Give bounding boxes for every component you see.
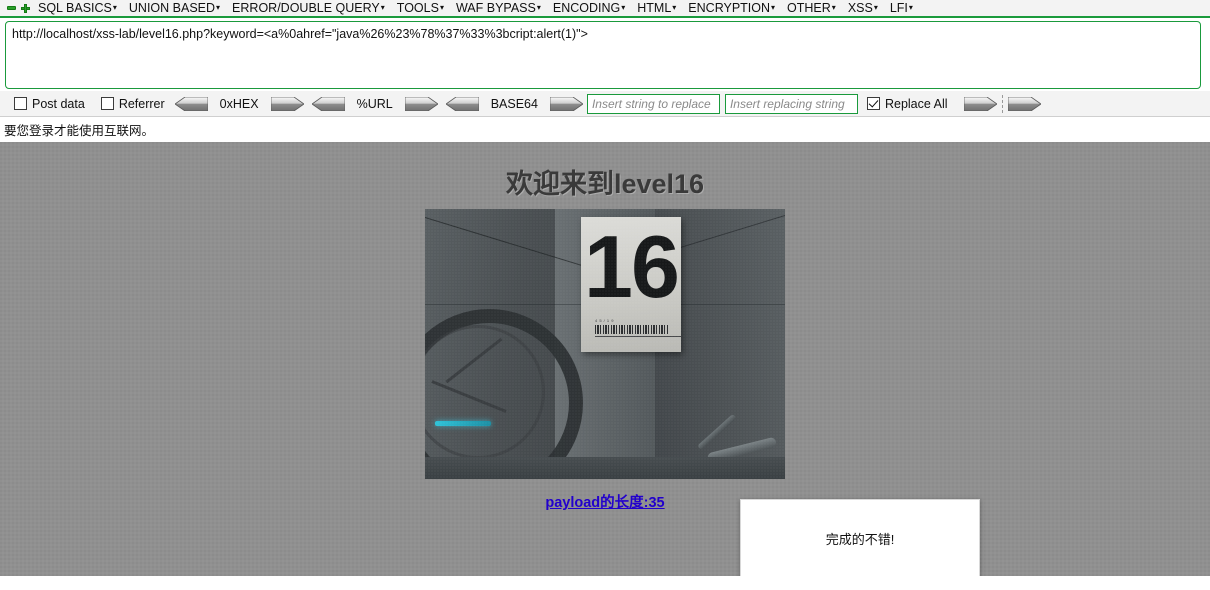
chamber-floor bbox=[425, 457, 785, 479]
decode-left-arrow-icon[interactable] bbox=[174, 96, 208, 111]
referrer-checkbox-group[interactable]: Referrer bbox=[100, 96, 165, 111]
decode-left-arrow-icon[interactable] bbox=[311, 96, 345, 111]
menu-item-tools[interactable]: TOOLS▾ bbox=[391, 0, 450, 16]
post-data-label: Post data bbox=[32, 96, 85, 111]
replace-all-checkbox[interactable] bbox=[866, 97, 880, 110]
chevron-down-icon: ▾ bbox=[771, 3, 776, 13]
menu-item-other[interactable]: OTHER▾ bbox=[781, 0, 842, 16]
url-field-container: http://localhost/xss-lab/level16.php?key… bbox=[0, 18, 1210, 91]
post-data-checkbox[interactable] bbox=[14, 97, 27, 110]
referrer-label: Referrer bbox=[118, 96, 165, 111]
alert-dialog-message: 完成的不错! bbox=[741, 500, 979, 576]
menu-item-label: TOOLS bbox=[396, 0, 439, 15]
chevron-down-icon: ▾ bbox=[536, 3, 541, 13]
encode-right-arrow-icon[interactable] bbox=[270, 96, 304, 111]
menu-item-label: ENCODING bbox=[552, 0, 621, 15]
status-bar-text: 要您登录才能使用互联网。 bbox=[4, 124, 155, 138]
chamber-level-number: 16 bbox=[584, 217, 680, 316]
encoder-group-hex: 0xHEX bbox=[174, 96, 304, 111]
page-title: 欢迎来到level16 bbox=[505, 169, 705, 199]
chamber-sign-barcode bbox=[595, 325, 669, 334]
replace-search-input[interactable] bbox=[586, 93, 720, 114]
encoder-label-url: %URL bbox=[356, 96, 393, 111]
menu-item-lfi[interactable]: LFI▾ bbox=[884, 0, 919, 16]
menu-item-encryption[interactable]: ENCRYPTION▾ bbox=[682, 0, 781, 16]
menu-item-label: ENCRYPTION bbox=[688, 0, 771, 15]
chamber-level-sign: 16 4 5 / 1 9 bbox=[581, 217, 681, 352]
encoder-label-hex: 0xHEX bbox=[219, 96, 259, 111]
replace-with-input[interactable] bbox=[724, 93, 858, 114]
menu-item-union-based[interactable]: UNION BASED▾ bbox=[123, 0, 226, 16]
toolbar: Post data Referrer 0xHEX %URL BASE64 Ins… bbox=[0, 91, 1210, 117]
minus-green-icon[interactable] bbox=[4, 1, 18, 15]
menu-item-label: XSS bbox=[847, 0, 873, 15]
chevron-down-icon: ▾ bbox=[831, 3, 836, 13]
post-data-checkbox-group[interactable]: Post data bbox=[14, 97, 85, 111]
chevron-down-icon: ▾ bbox=[621, 3, 626, 13]
send-request-arrow-icon[interactable] bbox=[1007, 96, 1041, 111]
chamber-sign-rule bbox=[595, 336, 681, 337]
replace-apply-arrow-icon[interactable] bbox=[963, 96, 997, 111]
chevron-down-icon: ▾ bbox=[672, 3, 677, 13]
encoder-group-base64: BASE64 bbox=[445, 96, 583, 111]
chevron-down-icon: ▾ bbox=[216, 3, 221, 13]
page-content: 欢迎来到level16 16 4 5 / 1 9 payload的长度:35 完… bbox=[0, 142, 1210, 576]
url-input[interactable]: http://localhost/xss-lab/level16.php?key… bbox=[5, 21, 1201, 89]
encoder-group-url: %URL bbox=[311, 96, 438, 111]
portal-chamber-16-image: 16 4 5 / 1 9 bbox=[425, 209, 785, 479]
payload-length-link[interactable]: payload的长度:35 bbox=[545, 491, 664, 512]
menu-item-html[interactable]: HTML▾ bbox=[631, 0, 682, 16]
chevron-down-icon: ▾ bbox=[380, 3, 385, 13]
menu-item-waf-bypass[interactable]: WAF BYPASS▾ bbox=[450, 0, 547, 16]
menu-item-label: SQL BASICS bbox=[38, 0, 112, 15]
menu-item-label: UNION BASED bbox=[128, 0, 216, 15]
page-center-column: 16 4 5 / 1 9 payload的长度:35 bbox=[0, 209, 1210, 512]
chamber-light-beam bbox=[435, 421, 491, 426]
toolbar-divider bbox=[1001, 94, 1003, 113]
referrer-checkbox[interactable] bbox=[100, 97, 114, 110]
menu-item-encoding[interactable]: ENCODING▾ bbox=[547, 0, 631, 16]
chevron-down-icon: ▾ bbox=[112, 3, 117, 13]
encode-right-arrow-icon[interactable] bbox=[549, 96, 583, 111]
chamber-sign-small-text: 4 5 / 1 9 bbox=[595, 318, 614, 323]
plus-green-icon[interactable] bbox=[18, 1, 32, 15]
encode-right-arrow-icon[interactable] bbox=[404, 96, 438, 111]
alert-dialog: 完成的不错! 确定 取消 bbox=[740, 499, 980, 576]
chevron-down-icon: ▾ bbox=[873, 3, 878, 13]
menu-item-sql-basics[interactable]: SQL BASICS▾ bbox=[32, 0, 123, 16]
menu-item-error-double-query[interactable]: ERROR/DOUBLE QUERY▾ bbox=[226, 0, 391, 16]
decode-left-arrow-icon[interactable] bbox=[445, 96, 479, 111]
menu-item-label: OTHER bbox=[787, 0, 831, 15]
menubar: SQL BASICS▾ UNION BASED▾ ERROR/DOUBLE QU… bbox=[0, 0, 1210, 18]
menu-item-label: LFI bbox=[889, 0, 908, 15]
replace-all-label: Replace All bbox=[884, 96, 948, 111]
encoder-label-base64: BASE64 bbox=[490, 96, 538, 111]
replace-all-checkbox-group[interactable]: Replace All bbox=[866, 96, 948, 111]
menu-item-label: HTML bbox=[637, 0, 672, 15]
chevron-down-icon: ▾ bbox=[439, 3, 444, 13]
menu-item-label: ERROR/DOUBLE QUERY bbox=[232, 0, 380, 15]
chevron-down-icon: ▾ bbox=[908, 3, 913, 13]
menu-item-xss[interactable]: XSS▾ bbox=[842, 0, 884, 16]
menu-item-label: WAF BYPASS bbox=[455, 0, 536, 15]
status-bar: 要您登录才能使用互联网。 bbox=[0, 117, 1210, 142]
